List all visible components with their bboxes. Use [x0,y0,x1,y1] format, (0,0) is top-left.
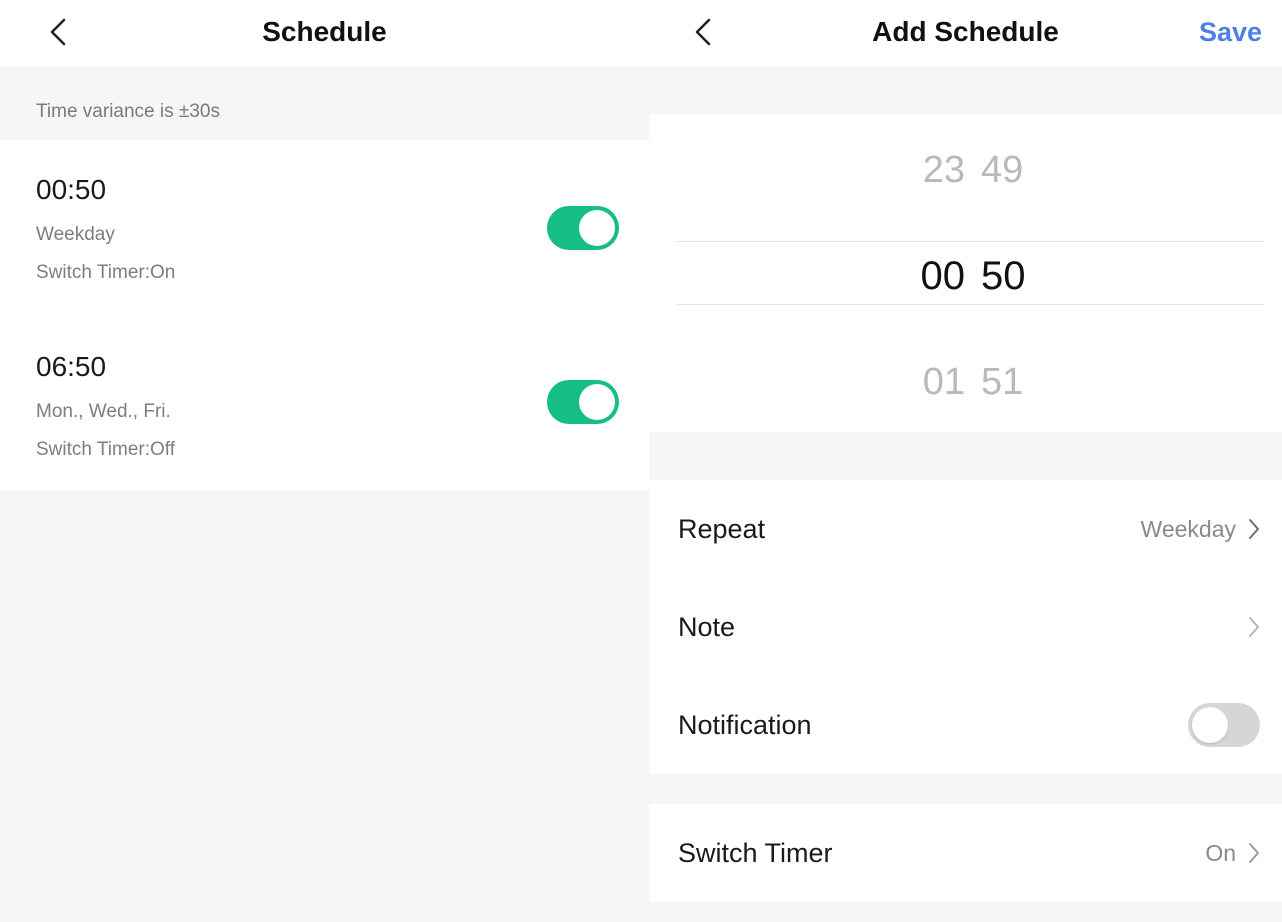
notification-toggle[interactable] [1188,703,1260,747]
page-title: Schedule [262,16,387,47]
schedule-toggle[interactable] [547,380,619,424]
schedule-toggle[interactable] [547,206,619,250]
picker-hour: 23 [922,149,965,191]
save-button[interactable]: Save [1199,14,1262,50]
switch-timer-row[interactable]: Switch Timer On [649,804,1282,902]
picker-row-selected[interactable]: 00 50 [649,251,1282,301]
chevron-right-icon [1249,617,1259,637]
note-row[interactable]: Note [649,578,1282,676]
schedule-switch-timer: Switch Timer:On [36,262,176,283]
picker-divider [676,304,1264,305]
repeat-label: Repeat [678,514,766,544]
toggle-knob [579,384,615,420]
picker-minute: 50 [981,254,1026,298]
list-item[interactable]: 00:50 Weekday Switch Timer:On [0,140,649,315]
page-title: Add Schedule [872,16,1059,47]
picker-divider [676,241,1264,242]
add-schedule-nav-bar: Add Schedule Save [649,0,1282,66]
schedule-switch-timer: Switch Timer:Off [36,439,176,460]
time-picker[interactable]: 23 49 00 50 01 51 [649,114,1282,432]
settings-group: Repeat Weekday Note Notification [649,480,1282,774]
repeat-row[interactable]: Repeat Weekday [649,480,1282,578]
schedule-screen: Schedule Time variance is ±30s 00:50 Wee… [0,0,649,922]
list-item[interactable]: 06:50 Mon., Wed., Fri. Switch Timer:Off [0,315,649,490]
schedule-list: 00:50 Weekday Switch Timer:On 06:50 Mon.… [0,140,649,490]
notification-row[interactable]: Notification [649,676,1282,774]
switch-timer-group: Switch Timer On [649,804,1282,902]
schedule-repeat: Weekday [36,224,115,245]
toggle-knob [579,210,615,246]
picker-hour: 00 [920,254,966,298]
picker-row-next[interactable]: 01 51 [649,357,1282,407]
time-variance-hint: Time variance is ±30s [36,101,220,122]
picker-hour: 01 [922,361,965,403]
notification-label: Notification [678,710,812,740]
chevron-right-icon [1249,843,1259,863]
schedule-time: 00:50 [36,174,107,205]
schedule-nav-bar: Schedule [0,0,649,66]
chevron-right-icon [1249,519,1259,539]
picker-minute: 51 [981,361,1024,403]
repeat-value: Weekday [1140,516,1236,542]
picker-minute: 49 [981,149,1024,191]
switch-timer-label: Switch Timer [678,838,833,868]
picker-row-previous[interactable]: 23 49 [649,145,1282,195]
switch-timer-value: On [1205,840,1236,866]
note-label: Note [678,612,736,642]
toggle-knob [1192,707,1228,743]
add-schedule-screen: Add Schedule Save 23 49 00 50 01 51 Repe… [649,0,1282,922]
schedule-repeat: Mon., Wed., Fri. [36,401,171,422]
schedule-time: 06:50 [36,351,107,382]
